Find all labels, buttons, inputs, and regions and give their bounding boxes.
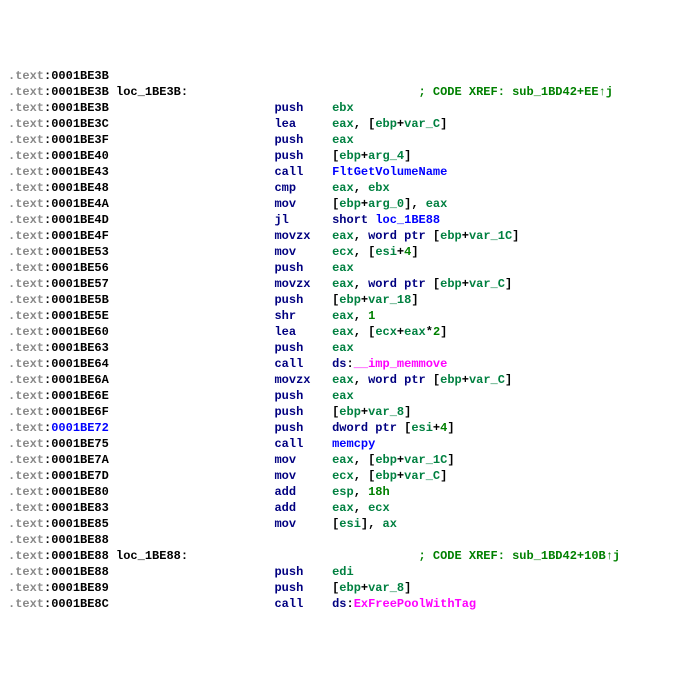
disasm-line[interactable]: .text:0001BE3B push ebx [8, 100, 669, 116]
disasm-line[interactable]: .text:0001BE7A mov eax, [ebp+var_1C] [8, 452, 669, 468]
disasm-line[interactable]: .text:0001BE3B loc_1BE3B: ; CODE XREF: s… [8, 84, 669, 100]
disasm-line[interactable]: .text:0001BE88 push edi [8, 564, 669, 580]
disasm-line[interactable]: .text:0001BE57 movzx eax, word ptr [ebp+… [8, 276, 669, 292]
disasm-line[interactable]: .text:0001BE85 mov [esi], ax [8, 516, 669, 532]
disasm-line[interactable]: .text:0001BE80 add esp, 18h [8, 484, 669, 500]
disasm-line[interactable]: .text:0001BE40 push [ebp+arg_4] [8, 148, 669, 164]
disasm-line[interactable]: .text:0001BE4A mov [ebp+arg_0], eax [8, 196, 669, 212]
disasm-line[interactable]: .text:0001BE48 cmp eax, ebx [8, 180, 669, 196]
disasm-line[interactable]: .text:0001BE5B push [ebp+var_18] [8, 292, 669, 308]
disasm-line[interactable]: .text:0001BE5E shr eax, 1 [8, 308, 669, 324]
disasm-line[interactable]: .text:0001BE6F push [ebp+var_8] [8, 404, 669, 420]
disasm-line[interactable]: .text:0001BE3F push eax [8, 132, 669, 148]
disasm-line[interactable]: .text:0001BE53 mov ecx, [esi+4] [8, 244, 669, 260]
disasm-line[interactable]: .text:0001BE3B [8, 68, 669, 84]
disasm-line[interactable]: .text:0001BE83 add eax, ecx [8, 500, 669, 516]
disasm-line[interactable]: .text:0001BE6E push eax [8, 388, 669, 404]
disasm-line[interactable]: .text:0001BE56 push eax [8, 260, 669, 276]
disassembly-listing: .text:0001BE3B .text:0001BE3B loc_1BE3B:… [8, 68, 669, 612]
disasm-line[interactable]: .text:0001BE88 [8, 532, 669, 548]
disasm-line[interactable]: .text:0001BE60 lea eax, [ecx+eax*2] [8, 324, 669, 340]
disasm-line[interactable]: .text:0001BE4F movzx eax, word ptr [ebp+… [8, 228, 669, 244]
disasm-line[interactable]: .text:0001BE8C call ds:ExFreePoolWithTag [8, 596, 669, 612]
disasm-line[interactable]: .text:0001BE6A movzx eax, word ptr [ebp+… [8, 372, 669, 388]
disasm-line[interactable]: .text:0001BE63 push eax [8, 340, 669, 356]
disasm-line[interactable]: .text:0001BE89 push [ebp+var_8] [8, 580, 669, 596]
disasm-line[interactable]: .text:0001BE88 loc_1BE88: ; CODE XREF: s… [8, 548, 669, 564]
disasm-line[interactable]: .text:0001BE75 call memcpy [8, 436, 669, 452]
disasm-line[interactable]: .text:0001BE64 call ds:__imp_memmove [8, 356, 669, 372]
disasm-line[interactable]: .text:0001BE4D jl short loc_1BE88 [8, 212, 669, 228]
disasm-line[interactable]: .text:0001BE7D mov ecx, [ebp+var_C] [8, 468, 669, 484]
disasm-line[interactable]: .text:0001BE3C lea eax, [ebp+var_C] [8, 116, 669, 132]
disasm-line[interactable]: .text:0001BE43 call FltGetVolumeName [8, 164, 669, 180]
disasm-line[interactable]: .text:0001BE72 push dword ptr [esi+4] [8, 420, 669, 436]
